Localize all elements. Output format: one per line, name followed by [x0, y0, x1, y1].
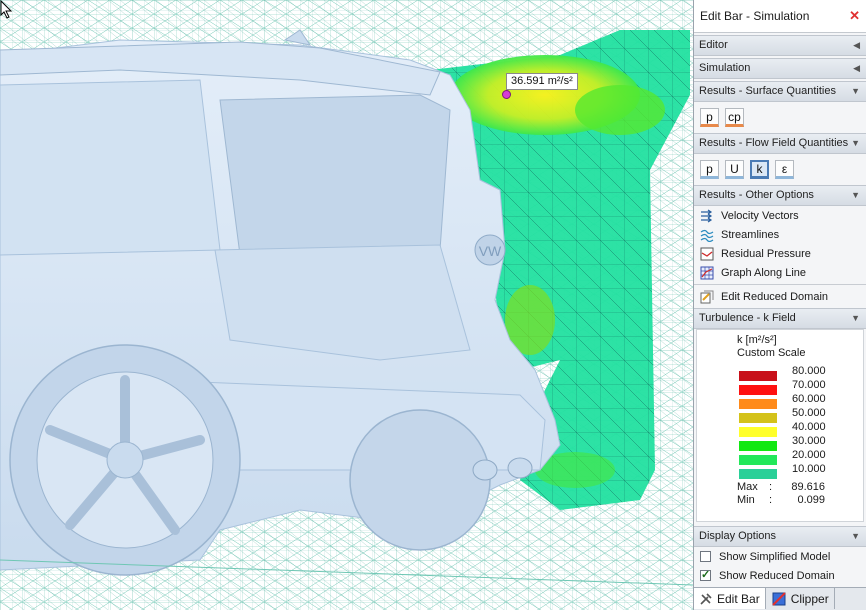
display-option-label: Show Reduced Domain [719, 569, 835, 582]
legend-min: Min:0.099 [737, 494, 825, 506]
streamlines-icon [699, 227, 715, 243]
section-editor-label: Editor [699, 39, 728, 51]
color-legend: k [m²/s²] Custom Scale 80.000 70.000 60.00… [696, 329, 864, 522]
legend-tick-label: 20.000 [792, 449, 826, 461]
option-velocity-vectors[interactable]: Velocity Vectors [694, 206, 866, 225]
section-flow-label: Results - Flow Field Quantities [699, 137, 849, 149]
tools-icon [700, 592, 712, 605]
legend-color-swatch [739, 441, 777, 451]
section-display-options[interactable]: Display Options ▼ [694, 526, 866, 547]
section-editor[interactable]: Editor ◀ [694, 35, 866, 56]
legend-tick-label: 70.000 [792, 379, 826, 391]
flow-pressure-button[interactable]: p [700, 160, 719, 179]
mouse-cursor-icon [0, 0, 13, 19]
section-turbulence-label: Turbulence - k Field [699, 312, 796, 324]
svg-text:VW: VW [479, 243, 502, 259]
panel-title: Edit Bar - Simulation [700, 9, 810, 23]
close-icon[interactable]: ✕ [849, 0, 860, 32]
chevron-down-icon: ▼ [851, 190, 860, 200]
flow-quantity-buttons: p U k ε [694, 154, 866, 185]
graph-along-line-icon [699, 265, 715, 281]
legend-tick-label: 50.000 [792, 407, 826, 419]
flow-velocity-button[interactable]: U [725, 160, 744, 179]
edit-bar-panel: Edit Bar - Simulation ✕ Editor ◀ Simulat… [693, 0, 866, 610]
3d-viewport[interactable]: VW 36.591 m²/s² [0, 0, 693, 610]
legend-min-value: 0.099 [797, 494, 825, 506]
option-graph-along-line[interactable]: Graph Along Line [694, 263, 866, 282]
tab-edit-bar[interactable]: Edit Bar [694, 588, 766, 609]
legend-color-swatch [739, 371, 777, 381]
legend-tick-label: 80.000 [792, 365, 826, 377]
edit-reduced-domain-icon [699, 289, 715, 305]
section-other-label: Results - Other Options [699, 189, 814, 201]
flow-k-button[interactable]: k [750, 160, 769, 179]
legend-color-swatch [739, 469, 777, 479]
chevron-down-icon: ▼ [851, 86, 860, 96]
panel-tabs: Edit Bar Clipper [694, 587, 866, 610]
residual-pressure-icon [699, 246, 715, 262]
chevron-left-icon: ◀ [853, 63, 860, 73]
legend-tick-label: 60.000 [792, 393, 826, 405]
display-option-label: Show Simplified Model [719, 550, 831, 563]
legend-max-value: 89.616 [791, 481, 825, 493]
section-turbulence-k[interactable]: Turbulence - k Field ▼ [694, 308, 866, 329]
panel-title-bar: Edit Bar - Simulation ✕ [694, 0, 866, 33]
legend-color-swatch [739, 413, 777, 423]
chevron-left-icon: ◀ [853, 40, 860, 50]
velocity-vectors-icon [699, 208, 715, 224]
display-option-row[interactable]: Show Simplified Model [694, 547, 866, 566]
chevron-down-icon: ▼ [851, 138, 860, 148]
legend-tick-label: 40.000 [792, 421, 826, 433]
section-display-label: Display Options [699, 530, 777, 542]
tab-clipper[interactable]: Clipper [766, 588, 835, 609]
legend-scale-name: Custom Scale [737, 347, 806, 359]
flow-epsilon-button[interactable]: ε [775, 160, 794, 179]
legend-color-swatch [739, 427, 777, 437]
checkbox[interactable] [700, 551, 711, 562]
section-other-options[interactable]: Results - Other Options ▼ [694, 185, 866, 206]
probe-value-label: 36.591 m²/s² [506, 73, 578, 90]
surface-cp-button[interactable]: cp [725, 108, 744, 127]
surface-pressure-button[interactable]: p [700, 108, 719, 127]
simulation-scene: VW [0, 0, 693, 610]
legend-tick-label: 10.000 [792, 463, 826, 475]
legend-tick-label: 30.000 [792, 435, 826, 447]
section-simulation-label: Simulation [699, 62, 751, 74]
surface-quantity-buttons: p cp [694, 102, 866, 133]
chevron-down-icon: ▼ [851, 313, 860, 323]
point-probe-marker[interactable] [502, 90, 511, 99]
chevron-down-icon: ▼ [851, 531, 860, 541]
option-streamlines[interactable]: Streamlines [694, 225, 866, 244]
checkbox[interactable] [700, 568, 711, 581]
legend-color-swatch [739, 399, 777, 409]
display-option-row[interactable]: Show Reduced Domain [694, 566, 866, 585]
legend-color-swatch [739, 385, 777, 395]
option-residual-pressure[interactable]: Residual Pressure [694, 244, 866, 263]
divider [694, 284, 866, 285]
legend-unit: k [m²/s²] [737, 334, 777, 346]
section-simulation[interactable]: Simulation ◀ [694, 58, 866, 79]
section-surface-label: Results - Surface Quantities [699, 85, 836, 97]
clipper-icon [771, 591, 786, 606]
section-surface-quantities[interactable]: Results - Surface Quantities ▼ [694, 81, 866, 102]
option-edit-reduced-domain[interactable]: Edit Reduced Domain [694, 287, 866, 306]
section-flow-quantities[interactable]: Results - Flow Field Quantities ▼ [694, 133, 866, 154]
legend-color-swatch [739, 455, 777, 465]
legend-max: Max:89.616 [737, 481, 825, 493]
